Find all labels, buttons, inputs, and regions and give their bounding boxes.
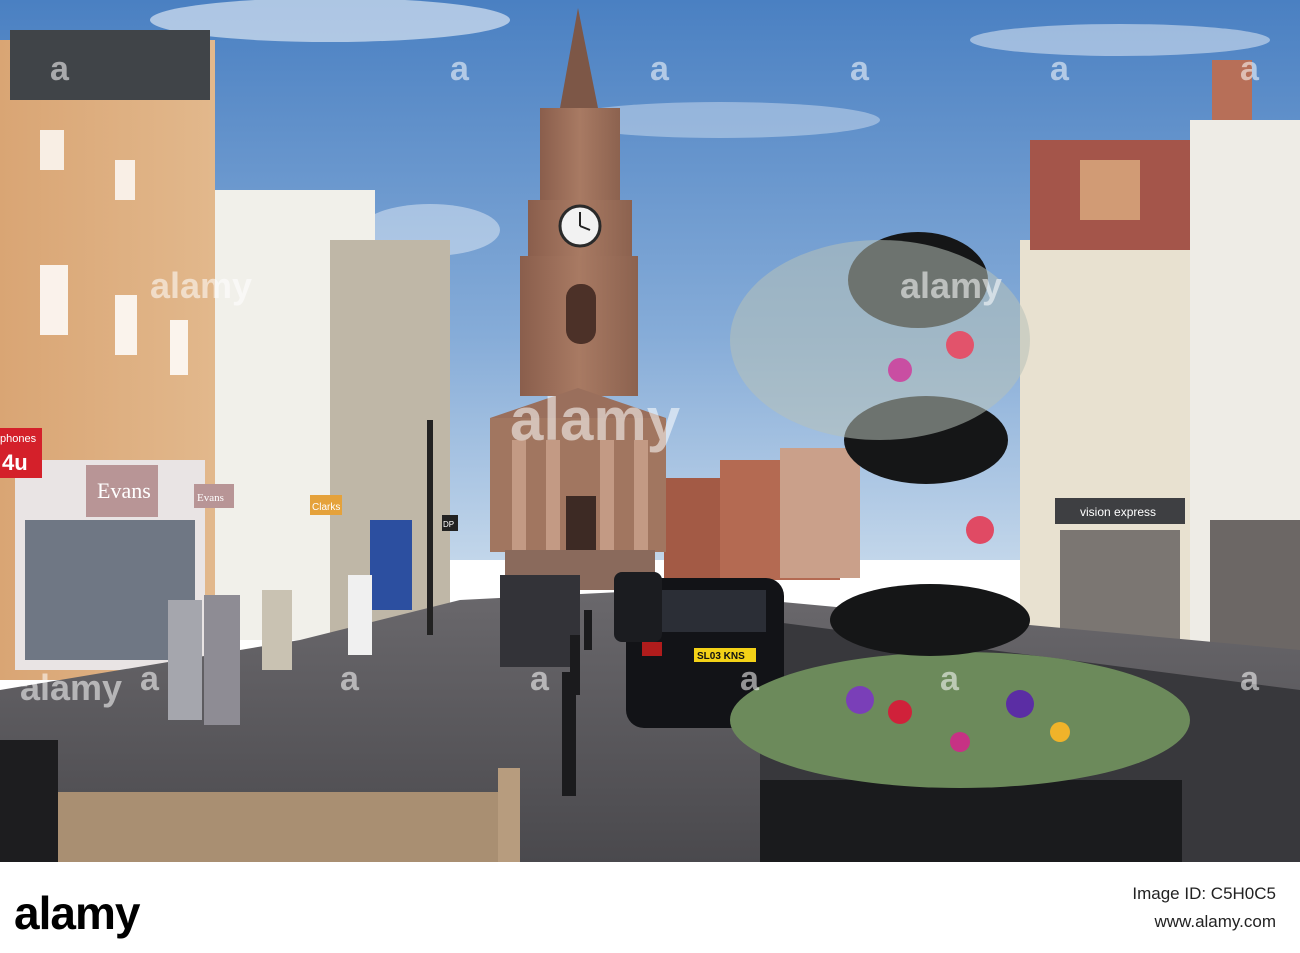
car-rear-window xyxy=(646,590,766,632)
flower xyxy=(966,516,994,544)
street-scene: Evans Evans phones 4u Clarks DP vision e… xyxy=(0,0,1300,862)
left-roof xyxy=(10,30,210,100)
flower xyxy=(888,358,912,382)
flower xyxy=(846,686,874,714)
flower-bed xyxy=(730,652,1190,788)
bollard xyxy=(584,610,592,650)
cloud xyxy=(970,24,1270,56)
tail-light xyxy=(642,642,662,656)
foliage xyxy=(730,240,1030,440)
evans-side-text: Evans xyxy=(197,492,224,504)
flower xyxy=(1050,722,1070,742)
chimney xyxy=(1080,160,1140,220)
column xyxy=(634,440,648,552)
window xyxy=(115,295,137,355)
evans-sign: Evans xyxy=(97,478,151,503)
pedestrian-group xyxy=(500,575,580,667)
vision-express-sign: vision express xyxy=(1080,505,1156,519)
flower xyxy=(950,732,970,752)
bin xyxy=(0,740,58,862)
flower xyxy=(946,331,974,359)
pedestrian xyxy=(348,575,372,655)
street-lamp xyxy=(427,420,433,635)
flower xyxy=(1006,690,1034,718)
bench-post xyxy=(498,768,520,862)
window xyxy=(40,130,64,170)
flower xyxy=(888,700,912,724)
clarks-text: Clarks xyxy=(312,502,340,513)
town-hall-door xyxy=(566,496,596,552)
window xyxy=(170,320,188,375)
pedestrian xyxy=(262,590,292,670)
planter-base xyxy=(760,780,1182,862)
planter-tier xyxy=(830,584,1030,656)
pedestrian xyxy=(204,595,240,725)
number-plate-text: SL03 KNS xyxy=(697,651,745,662)
shop-window xyxy=(1060,530,1180,640)
bollard xyxy=(570,635,580,695)
second-car xyxy=(614,572,662,642)
footer-meta: Image ID: C5H0C5 www.alamy.com xyxy=(1132,880,1276,936)
column xyxy=(600,440,614,552)
shop-window xyxy=(1210,520,1300,650)
alamy-logo: alamy xyxy=(14,887,140,939)
window xyxy=(40,265,68,335)
pedestrian xyxy=(168,600,202,720)
distant-building xyxy=(780,448,860,578)
blue-shopfront xyxy=(370,520,412,610)
site-url[interactable]: www.alamy.com xyxy=(1132,908,1276,936)
phones-4u-text: 4u xyxy=(2,450,28,475)
bench-back xyxy=(0,792,520,862)
window xyxy=(115,160,135,200)
dp-text: DP xyxy=(443,520,454,529)
column xyxy=(512,440,526,552)
image-id: Image ID: C5H0C5 xyxy=(1132,884,1276,903)
tower-window xyxy=(566,284,596,344)
stock-footer: alamy Image ID: C5H0C5 www.alamy.com xyxy=(0,862,1300,953)
tower-belfry xyxy=(540,108,620,204)
phones-text: phones xyxy=(0,433,37,445)
street-photograph: Evans Evans phones 4u Clarks DP vision e… xyxy=(0,0,1300,862)
column xyxy=(546,440,560,552)
